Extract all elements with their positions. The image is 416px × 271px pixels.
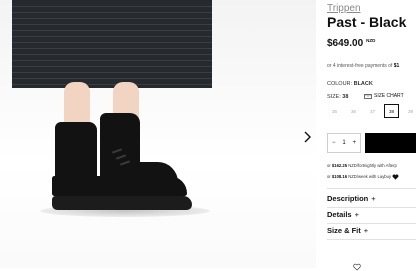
left-boot-sole [52, 196, 192, 210]
size-option[interactable]: 35 [327, 104, 342, 118]
brand-link[interactable]: Trippen [327, 3, 361, 14]
size-selector: 35 36 37 38 39 [327, 104, 416, 118]
afterpay-suffix: NZD/fortnightly with Afterp [348, 163, 397, 168]
add-to-cart-button[interactable] [365, 133, 416, 153]
chevron-right-icon[interactable] [300, 128, 314, 146]
laybuy-prefix: or [327, 174, 331, 180]
size-chart-link[interactable]: SIZE CHART [364, 93, 404, 99]
quantity-value[interactable]: 1 [342, 140, 345, 146]
size-option-selected[interactable]: 38 [384, 104, 399, 118]
laybuy-suffix: NZD/week with Laybuy [348, 174, 392, 180]
size-value: 38 [342, 94, 349, 100]
divider [327, 223, 416, 224]
size-option[interactable]: 36 [346, 104, 361, 118]
installments-prefix: or 4 interest-free payments of [327, 63, 393, 69]
ruler-icon [364, 93, 372, 99]
quantity-increase-button[interactable]: + [352, 140, 356, 146]
colour-value: BLACK [353, 81, 373, 87]
installments-text: or 4 interest-free payments of $1 [327, 63, 399, 69]
laybuy-line: or $108.16 NZD/week with Laybuy [327, 174, 399, 180]
laybuy-amount: $108.16 [331, 174, 348, 180]
price-currency: NZD [366, 38, 376, 43]
accordion-label: Details [327, 210, 352, 219]
size-chart-label: SIZE CHART [374, 93, 404, 99]
plus-icon: + [354, 210, 359, 219]
size-label-text: SIZE: [327, 94, 341, 100]
divider [327, 188, 416, 189]
afterpay-line: or $162.25 NZD/fortnightly with Afterp [327, 163, 397, 168]
divider [327, 239, 416, 240]
accordion-label: Description [327, 194, 369, 203]
product-title: Past - Black [327, 14, 407, 30]
left-boot-shaft [55, 122, 97, 184]
heart-icon [392, 174, 399, 180]
left-boot-foot [52, 176, 187, 196]
divider [327, 207, 416, 208]
size-option[interactable]: 37 [365, 104, 380, 118]
afterpay-prefix: or [327, 163, 331, 168]
details-accordion[interactable]: Details + [327, 210, 359, 219]
product-price: $649.00 NZD [327, 38, 375, 49]
pleated-skirt [12, 0, 212, 88]
size-option[interactable]: 39 [403, 104, 416, 118]
installments-amount: $1 [393, 63, 400, 69]
description-accordion[interactable]: Description + [327, 194, 376, 203]
heart-outline-icon[interactable] [353, 263, 361, 271]
accordion-label: Size & Fit [327, 226, 361, 235]
colour-label: COLOUR: BLACK [327, 81, 373, 87]
colour-label-text: COLOUR: [327, 81, 353, 87]
afterpay-amount: $162.25 [331, 163, 348, 168]
size-fit-accordion[interactable]: Size & Fit + [327, 226, 368, 235]
product-info-panel: Trippen Past - Black $649.00 NZD or 4 int… [327, 0, 416, 271]
quantity-stepper: − 1 + [327, 133, 361, 153]
quantity-decrease-button[interactable]: − [332, 140, 336, 146]
plus-icon: + [363, 226, 369, 235]
plus-icon: + [371, 194, 376, 203]
size-label: SIZE: 38 [327, 94, 348, 100]
product-image [0, 0, 316, 268]
price-amount: $649.00 [327, 38, 364, 49]
